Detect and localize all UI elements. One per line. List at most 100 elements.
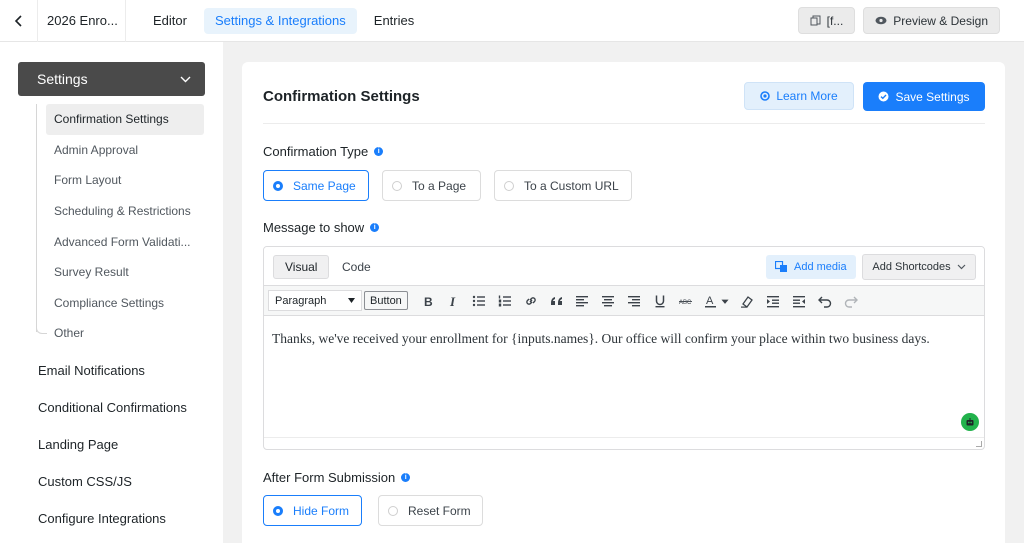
sidebar-main-nav: Email Notifications Conditional Confirma… [0,352,223,537]
tab-entries[interactable]: Entries [363,8,425,34]
message-editor: Visual Code Add media Add Shortcodes Par… [263,246,985,450]
link-icon[interactable] [522,292,540,310]
bold-icon[interactable]: B [419,292,437,310]
sidebar-item-conditional-confirmations[interactable]: Conditional Confirmations [0,389,223,426]
eye-icon [875,16,887,25]
back-button[interactable] [0,0,38,42]
message-label-text: Message to show [263,220,365,235]
editor-tabs: Visual Code Add media Add Shortcodes [264,247,984,285]
sidebar-settings-toggle[interactable]: Settings [18,62,205,96]
info-icon[interactable]: i [401,473,411,482]
undo-icon[interactable] [816,292,834,310]
learn-more-button[interactable]: Learn More [744,82,854,110]
add-media-button[interactable]: Add media [766,255,856,279]
sidebar-item-landing-page[interactable]: Landing Page [0,426,223,463]
text-color-icon[interactable]: A [702,292,720,310]
insert-button-tool[interactable]: Button [364,291,408,310]
info-icon[interactable]: i [374,147,384,156]
editor-toolbar: Paragraph Button B I ABC A [264,285,984,316]
italic-icon[interactable]: I [444,292,462,310]
sidebar-item-custom-css-js[interactable]: Custom CSS/JS [0,463,223,500]
check-circle-icon [878,91,889,102]
underline-icon[interactable] [651,292,669,310]
numbered-list-icon[interactable] [496,292,514,310]
sidebar-settings-label: Settings [37,71,88,87]
play-circle-icon [760,91,771,101]
svg-text:I: I [449,294,456,308]
radio-same-page-label: Same Page [293,178,356,193]
page-title: Confirmation Settings [263,88,420,105]
sidebar-item-email-notifications[interactable]: Email Notifications [0,352,223,389]
chevron-down-icon [180,76,191,82]
save-settings-label: Save Settings [895,89,970,104]
sidebar-item-other[interactable]: Other [36,318,206,349]
sidebar-item-confirmation-settings[interactable]: Confirmation Settings [46,104,204,135]
sidebar-item-admin-approval[interactable]: Admin Approval [36,135,206,166]
tab-code[interactable]: Code [331,255,382,279]
sidebar-item-configure-integrations[interactable]: Configure Integrations [0,500,223,537]
align-left-icon[interactable] [573,292,591,310]
header-divider [263,123,985,124]
quote-icon[interactable] [548,292,566,310]
tab-settings-integrations[interactable]: Settings & Integrations [203,7,357,34]
after-submission-text: After Form Submission [263,470,396,485]
outdent-icon[interactable] [790,292,808,310]
sidebar-item-survey-result[interactable]: Survey Result [36,257,206,288]
caret-down-icon[interactable] [720,292,730,310]
info-icon[interactable]: i [370,223,380,232]
radio-hide-form[interactable]: Hide Form [263,495,362,526]
radio-custom-url-label: To a Custom URL [524,178,619,193]
tab-visual[interactable]: Visual [273,255,330,279]
top-bar: 2026 Enro... Editor Settings & Integrati… [0,0,1024,42]
align-right-icon[interactable] [625,292,643,310]
shortcode-button[interactable]: [f... [797,7,856,34]
strikethrough-icon[interactable]: ABC [677,292,695,310]
media-icon [775,261,787,272]
radio-reset-form[interactable]: Reset Form [378,495,483,526]
learn-more-label: Learn More [776,89,838,103]
radio-to-a-page-label: To a Page [412,178,467,193]
indent-icon[interactable] [764,292,782,310]
preview-label: Preview & Design [893,13,988,28]
caret-down-icon [348,298,355,303]
add-shortcodes-label: Add Shortcodes [872,261,951,273]
format-select[interactable]: Paragraph [268,290,362,311]
save-settings-button[interactable]: Save Settings [863,82,985,111]
radio-dot-icon [392,180,402,191]
editor-content[interactable]: Thanks, we've received your enrollment f… [272,331,977,347]
preview-design-button[interactable]: Preview & Design [863,7,1000,34]
chevron-down-icon [957,264,966,270]
clear-formatting-icon[interactable] [738,292,756,310]
confirmation-type-text: Confirmation Type [263,144,369,159]
message-label: Message to show i [263,220,380,235]
sidebar-item-form-layout[interactable]: Form Layout [36,165,206,196]
radio-dot-icon [273,180,283,191]
tab-editor[interactable]: Editor [142,8,198,34]
form-name: 2026 Enro... [38,0,126,42]
svg-text:ABC: ABC [679,300,692,306]
settings-subnav: Confirmation Settings Admin Approval For… [36,104,206,349]
sidebar-item-scheduling[interactable]: Scheduling & Restrictions [36,196,206,227]
radio-custom-url[interactable]: To a Custom URL [494,170,632,201]
robot-icon[interactable] [961,413,979,431]
radio-dot-icon [273,505,283,516]
bullet-list-icon[interactable] [470,292,488,310]
resize-handle[interactable] [976,441,982,447]
format-select-value: Paragraph [275,294,327,307]
after-submission-label: After Form Submission i [263,470,411,485]
redo-icon[interactable] [842,292,860,310]
svg-text:B: B [424,295,433,308]
sidebar-item-compliance[interactable]: Compliance Settings [36,288,206,319]
add-shortcodes-dropdown[interactable]: Add Shortcodes [862,254,976,280]
editor-statusbar [264,437,984,449]
sidebar-item-advanced-validation[interactable]: Advanced Form Validati... [36,226,206,257]
sidebar: Settings Confirmation Settings Admin App… [0,42,223,543]
svg-text:A: A [706,295,714,307]
align-center-icon[interactable] [599,292,617,310]
confirmation-type-label: Confirmation Type i [263,144,384,159]
radio-same-page[interactable]: Same Page [263,170,369,201]
add-media-label: Add media [794,261,847,273]
radio-to-a-page[interactable]: To a Page [382,170,481,201]
radio-dot-icon [504,180,514,191]
chevron-left-icon [14,14,22,27]
